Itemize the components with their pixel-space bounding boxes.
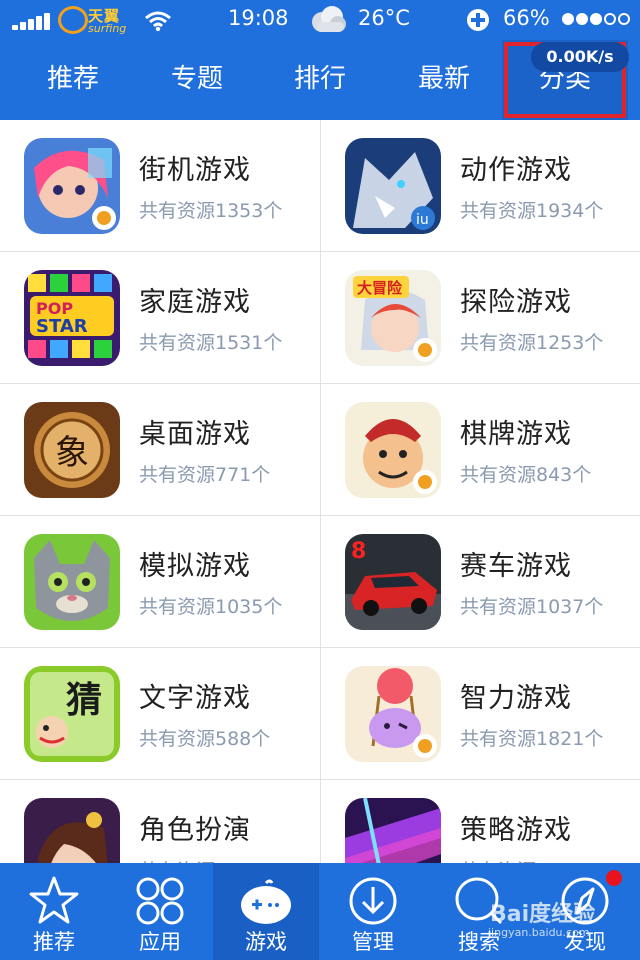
temperature: 26°C — [358, 6, 410, 30]
board-game-icon: 象 — [24, 402, 120, 498]
svg-text:iu: iu — [416, 212, 429, 228]
tab-ranking[interactable]: 排行 — [257, 40, 383, 120]
category-title: 棋牌游戏 — [460, 419, 572, 450]
tab-latest[interactable]: 最新 — [381, 40, 507, 120]
nav-apps[interactable]: 应用 — [107, 863, 213, 960]
category-title: 探险游戏 — [460, 287, 572, 318]
strategy-game-icon — [345, 798, 441, 864]
category-arcade[interactable]: 街机游戏 共有资源1353个 — [0, 120, 320, 252]
category-puzzle[interactable]: 智力游戏 共有资源1821个 — [320, 648, 640, 780]
gamepad-icon — [241, 879, 291, 924]
category-title: 模拟游戏 — [139, 551, 251, 582]
category-title: 文字游戏 — [139, 683, 251, 714]
category-count: 共有资源1037个 — [460, 596, 604, 618]
svg-text:猜: 猜 — [66, 680, 102, 721]
nav-games[interactable]: 游戏 — [213, 863, 319, 960]
cloud-weather-icon — [312, 6, 346, 32]
download-icon — [349, 877, 397, 925]
category-action[interactable]: iu 动作游戏 共有资源1934个 — [320, 120, 640, 252]
category-count: 共有资源1821个 — [460, 728, 604, 750]
category-title: 策略游戏 — [460, 815, 572, 846]
category-count: 共有资源1035个 — [139, 596, 283, 618]
category-count: 共有资源771个 — [139, 464, 271, 486]
apps-grid-icon — [136, 877, 184, 925]
star-icon — [29, 876, 79, 924]
category-family[interactable]: POP STAR 家庭游戏 共有资源1531个 — [0, 252, 320, 384]
category-count: 共有资源588个 — [139, 728, 271, 750]
category-card[interactable]: 棋牌游戏 共有资源843个 — [320, 384, 640, 516]
nav-manage[interactable]: 管理 — [320, 863, 426, 960]
notification-dot — [606, 870, 622, 886]
rpg-game-icon — [24, 798, 120, 864]
nav-label: 管理 — [352, 930, 394, 954]
svg-text:8: 8 — [351, 539, 366, 564]
category-racing[interactable]: 8 赛车游戏 共有资源1037个 — [320, 516, 640, 648]
puzzle-game-icon — [345, 666, 441, 762]
card-game-icon — [345, 402, 441, 498]
category-strategy[interactable]: 策略游戏 共有资源1 — [320, 780, 640, 864]
adventure-game-icon: 大冒险 — [345, 270, 441, 366]
plus-circle-icon — [467, 9, 489, 31]
category-count: 共有资源1253个 — [460, 332, 604, 354]
category-simulation[interactable]: 模拟游戏 共有资源1035个 — [0, 516, 320, 648]
category-count: 共有资源1531个 — [139, 332, 283, 354]
simulation-game-icon — [24, 534, 120, 630]
tab-topics[interactable]: 专题 — [134, 40, 260, 120]
category-count: 共有资源1934个 — [460, 200, 604, 222]
nav-label: 应用 — [139, 930, 181, 954]
arcade-game-icon — [24, 138, 120, 234]
category-count: 共有资源843个 — [460, 464, 592, 486]
category-title: 赛车游戏 — [460, 551, 572, 582]
category-title: 家庭游戏 — [139, 287, 251, 318]
nav-label: 游戏 — [245, 930, 287, 954]
tab-label: 排行 — [293, 64, 346, 94]
action-game-icon: iu — [345, 138, 441, 234]
tab-label: 最新 — [417, 64, 470, 94]
nav-recommend[interactable]: 推荐 — [1, 863, 107, 960]
category-board[interactable]: 象 桌面游戏 共有资源771个 — [0, 384, 320, 516]
watermark: Bai度经验 — [490, 902, 596, 927]
status-bar: 天翼 surfing 19:08 26°C 66% — [0, 0, 640, 40]
wifi-icon — [145, 11, 171, 32]
word-game-icon: 猜 — [24, 666, 120, 762]
category-title: 桌面游戏 — [139, 419, 251, 450]
top-tab-bar: 推荐 专题 排行 最新 分类 0.00K/s — [0, 40, 640, 120]
category-rpg[interactable]: 角色扮演 共有资源1 — [0, 780, 320, 864]
category-title: 角色扮演 — [139, 815, 251, 846]
svg-text:STAR: STAR — [36, 316, 88, 337]
clock: 19:08 — [228, 6, 289, 30]
carrier-logo: 天翼 surfing — [58, 4, 138, 38]
network-speed-badge: 0.00K/s — [531, 42, 629, 72]
category-grid: 街机游戏 共有资源1353个 iu 动作游戏 共有资源1934个 POP STAR… — [0, 120, 640, 864]
svg-text:象: 象 — [55, 433, 89, 473]
category-title: 街机游戏 — [139, 155, 251, 186]
category-adventure[interactable]: 大冒险 探险游戏 共有资源1253个 — [320, 252, 640, 384]
category-word[interactable]: 猜 文字游戏 共有资源588个 — [0, 648, 320, 780]
watermark-url: jingyan.baidu.com — [488, 926, 590, 939]
family-game-icon: POP STAR — [24, 270, 120, 366]
tab-label: 专题 — [170, 64, 223, 94]
signal-icon — [12, 12, 52, 30]
tab-label: 推荐 — [46, 64, 99, 94]
carrier-name-en: surfing — [88, 22, 127, 35]
nav-label: 推荐 — [33, 930, 75, 954]
racing-game-icon: 8 — [345, 534, 441, 630]
category-count: 共有资源1353个 — [139, 200, 283, 222]
category-title: 智力游戏 — [460, 683, 572, 714]
battery-percent: 66% — [503, 6, 550, 30]
tab-recommend[interactable]: 推荐 — [10, 40, 136, 120]
category-title: 动作游戏 — [460, 155, 572, 186]
svg-text:大冒险: 大冒险 — [357, 279, 403, 297]
battery-dots-icon — [562, 13, 636, 27]
